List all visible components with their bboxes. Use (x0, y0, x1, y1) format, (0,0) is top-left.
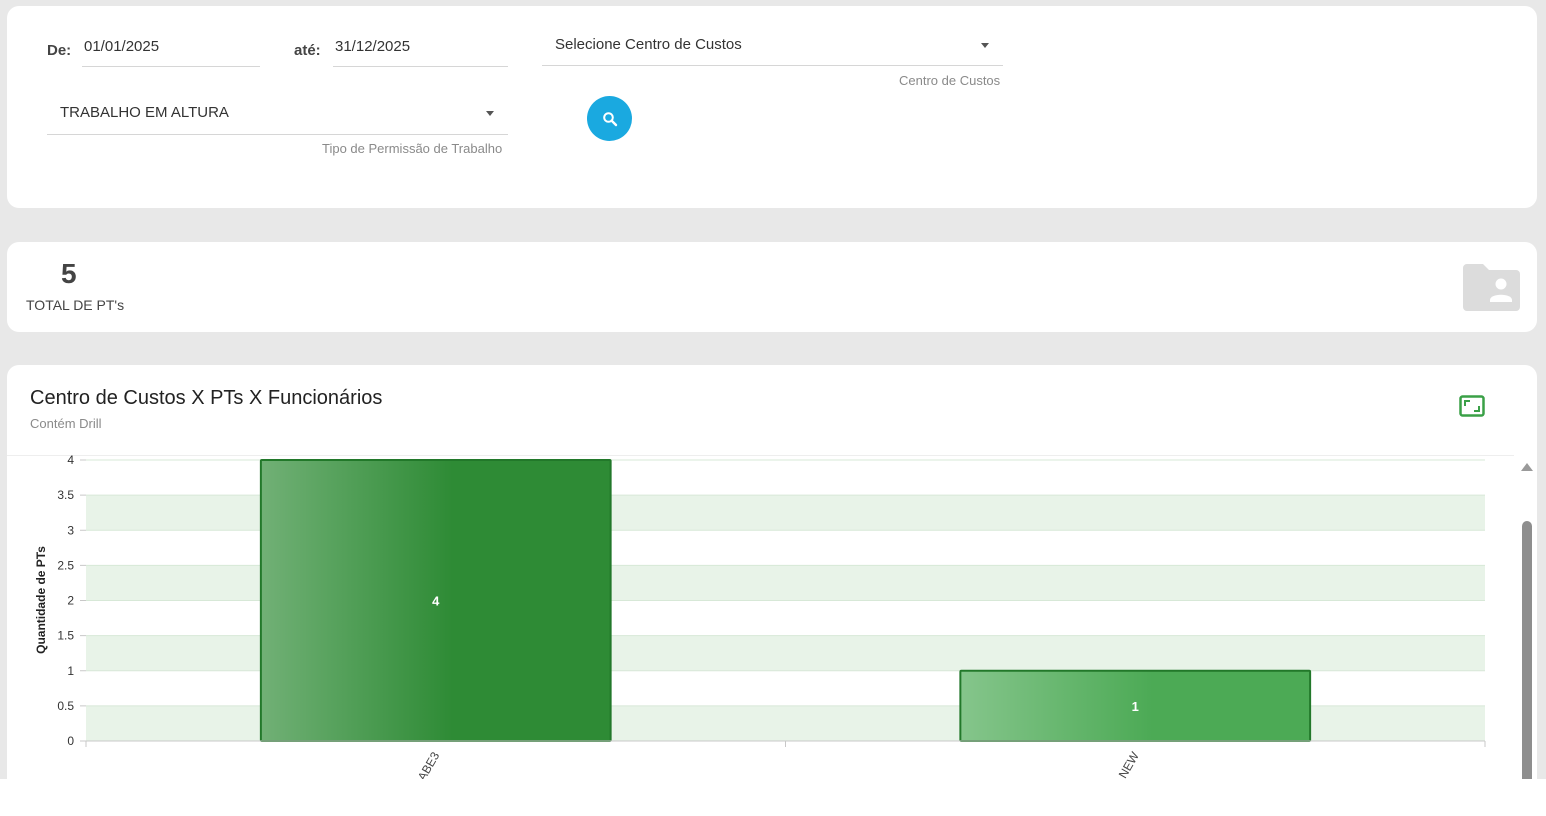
y-tick-label: 3 (67, 523, 74, 537)
cost-center-select-value: Selecione Centro de Custos (555, 36, 742, 53)
y-tick-label: 1.5 (57, 629, 74, 643)
from-date-input[interactable]: 01/01/2025 (82, 38, 260, 67)
x-tick-label: ABE3 (415, 749, 443, 783)
chart-card: Centro de Custos X PTs X Funcionários Co… (7, 365, 1537, 785)
y-tick-label: 0.5 (57, 699, 74, 713)
folder-person-icon (1463, 264, 1520, 311)
filter-card: De: 01/01/2025 até: 31/12/2025 Selecione… (7, 6, 1537, 208)
chevron-down-icon (981, 43, 989, 48)
total-value: 5 (61, 258, 77, 289)
page-bottom (0, 779, 1546, 816)
from-label: De: (47, 42, 72, 59)
to-date-input[interactable]: 31/12/2025 (333, 38, 508, 67)
permit-type-select-value: TRABALHO EM ALTURA (60, 104, 229, 121)
bar-data-label: 1 (1132, 699, 1139, 714)
search-icon (602, 111, 617, 126)
y-tick-label: 1 (67, 664, 74, 678)
y-tick-label: 2 (67, 594, 74, 608)
bar-data-label: 4 (432, 594, 440, 609)
search-button[interactable] (587, 96, 632, 141)
permit-type-hint: Tipo de Permissão de Trabalho (322, 141, 503, 156)
scroll-up-arrow-icon[interactable] (1521, 463, 1533, 471)
permit-type-select[interactable]: TRABALHO EM ALTURA (47, 104, 508, 135)
cost-center-hint: Centro de Custos (899, 73, 1001, 88)
expand-icon[interactable] (1459, 395, 1485, 417)
x-tick-label: NEW (1116, 749, 1142, 781)
y-tick-label: 4 (67, 455, 74, 467)
to-label: até: (294, 42, 321, 59)
scrollbar-thumb[interactable] (1522, 521, 1532, 785)
y-axis-label: Quantidade de PTs (34, 546, 48, 654)
cost-center-select[interactable]: Selecione Centro de Custos (542, 36, 1003, 66)
total-label: TOTAL DE PT's (26, 297, 125, 313)
total-card: 5 TOTAL DE PT's (7, 242, 1537, 332)
chart-title: Centro de Custos X PTs X Funcionários (30, 387, 383, 409)
y-tick-label: 3.5 (57, 488, 74, 502)
bar-chart: 0 0.5 1 1.5 2 2.5 3 3.5 4 4 1 ABE3 NEW Quantidade … (34, 455, 1486, 783)
chart-subtitle: Contém Drill (30, 416, 102, 431)
y-tick-label: 0 (67, 734, 74, 748)
y-tick-label: 2.5 (57, 558, 74, 572)
chevron-down-icon (486, 111, 494, 116)
